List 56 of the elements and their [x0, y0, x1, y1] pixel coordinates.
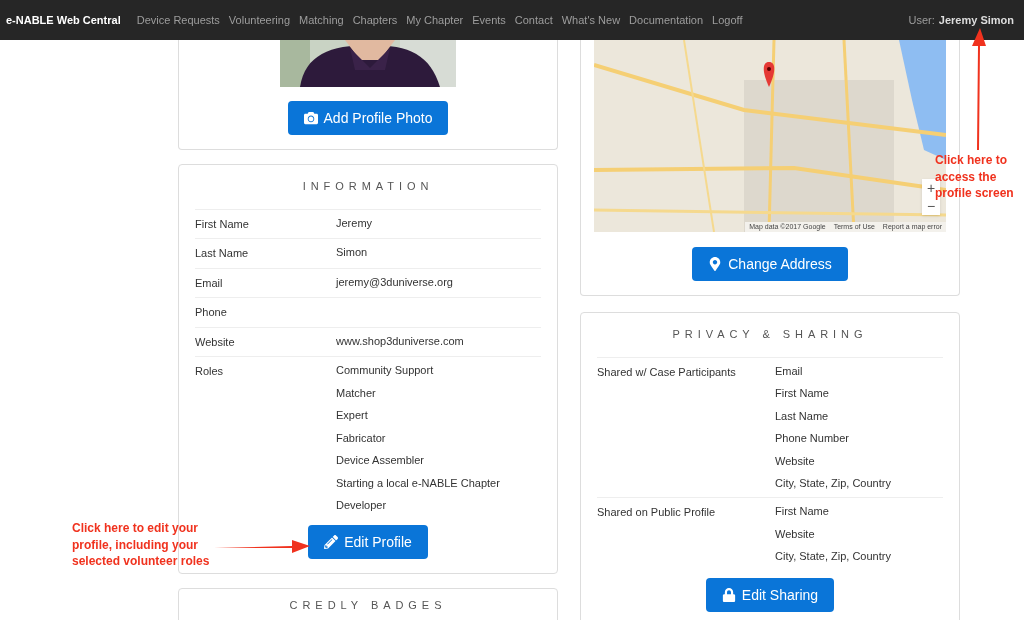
nav-link[interactable]: Volunteering — [228, 11, 291, 29]
field-label: Shared w/ Case Participants — [597, 364, 737, 380]
field-value: Last Name — [775, 408, 830, 424]
field-label: Website — [195, 334, 236, 350]
field-value: First Name — [775, 386, 830, 401]
brand-link[interactable]: e-NABLE Web Central — [6, 11, 121, 29]
field-value: Email — [775, 363, 804, 379]
card-title: CREDLY BADGES — [288, 598, 448, 612]
field-value: City, State, Zip, Country — [775, 476, 891, 491]
nav-link[interactable]: Logoff — [712, 11, 743, 29]
field-value: Simon — [336, 245, 368, 260]
edit-sharing-button[interactable]: Edit Sharing — [705, 578, 835, 612]
field-label: Email — [195, 275, 224, 291]
field-label: Phone — [195, 305, 228, 320]
nav-link[interactable]: Events — [472, 11, 506, 29]
nav-link[interactable]: Matching — [299, 11, 344, 29]
field-value: Jeremy — [336, 215, 373, 231]
field-label: Roles — [195, 364, 225, 379]
field-value: Website — [775, 526, 816, 542]
field-label: Last Name — [195, 246, 250, 261]
map-pin-icon — [708, 257, 723, 271]
edit-profile-button[interactable]: Edit Profile — [308, 525, 428, 559]
field-value: www.shop3duniverse.com — [336, 333, 464, 349]
field-value: Fabricator — [336, 430, 387, 446]
pencil-icon — [324, 535, 339, 549]
field-value: First Name — [775, 504, 830, 519]
field-value: Website — [775, 453, 816, 469]
change-address-button[interactable]: Change Address — [692, 247, 848, 281]
nav-link[interactable]: What's New — [561, 11, 621, 29]
nav-link[interactable]: My Chapter — [406, 11, 464, 29]
field-value: City, State, Zip, Country — [775, 549, 891, 564]
field-value: jeremy@3duniverse.org — [336, 274, 453, 290]
zoom-out-button[interactable]: − — [926, 197, 936, 215]
field-value: Device Assembler — [336, 453, 426, 468]
card-title: PRIVACY & SHARING — [597, 313, 943, 358]
camera-icon — [303, 111, 318, 125]
field-value: Community Support — [336, 363, 435, 378]
field-value: Phone Number — [775, 431, 850, 446]
nav-link[interactable]: Contact — [514, 11, 553, 29]
nav-link[interactable]: Device Requests — [136, 11, 220, 29]
zoom-in-button[interactable]: + — [926, 179, 936, 197]
annotation-text: Click here to edit your profile, including your selected volunteer roles — [72, 520, 211, 570]
field-value: Starting a local e-NABLE Chapter — [336, 475, 500, 491]
field-value: Developer — [336, 498, 388, 513]
lock-icon — [721, 588, 736, 602]
card-title: INFORMATION — [195, 165, 541, 210]
user-label: User: — [908, 12, 935, 28]
add-profile-photo-button[interactable]: Add Profile Photo — [287, 101, 449, 135]
nav-link[interactable]: Documentation — [629, 11, 704, 29]
field-value: Expert — [336, 408, 369, 423]
field-value: Matcher — [336, 385, 377, 401]
field-label: Shared on Public Profile — [597, 505, 716, 520]
field-label: First Name — [195, 216, 250, 232]
user-name-link[interactable]: Jeremy Simon — [938, 11, 1014, 29]
nav-link[interactable]: Chapters — [352, 11, 398, 29]
annotation-text: Click here to access the profile screen — [935, 152, 1015, 202]
